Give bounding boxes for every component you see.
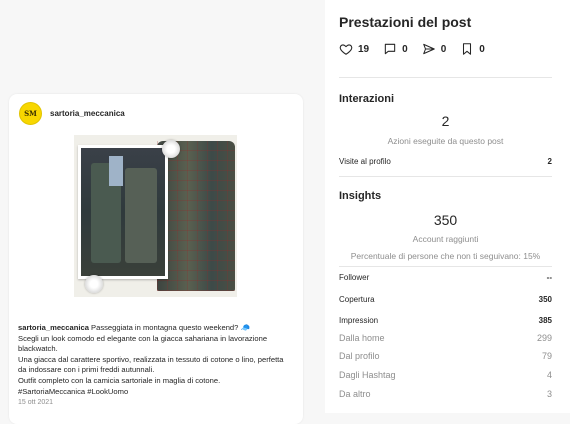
shares-metric: 0	[422, 42, 447, 56]
insight-label: Follower	[339, 273, 370, 282]
interactions-subtitle: Azioni eseguite da questo post	[387, 136, 504, 146]
caption-text: Passeggiata in montagna questo weekend? …	[88, 323, 250, 332]
reach-label: Account raggiunti	[412, 234, 479, 244]
polaroid-photo	[78, 145, 168, 279]
caption-line: Una giacca dal carattere sportivo, reali…	[18, 354, 284, 364]
insight-value: 4	[546, 370, 552, 380]
performance-panel: Prestazioni del post 19 0 0 0 Interazion…	[325, 0, 570, 413]
post-preview-area: SM sartoria_meccanica sartoria_meccanica…	[0, 0, 325, 424]
post-metrics: 19 0 0 0	[339, 42, 499, 56]
caption-line: blackwatch.	[18, 344, 58, 354]
non-followers-percentage: Percentuale di persone che non ti seguiv…	[350, 251, 541, 261]
divider	[339, 176, 552, 177]
caption-hashtags[interactable]: #SartoriaMeccanica #LookUomo	[18, 387, 298, 398]
likes-count: 19	[358, 43, 370, 55]
post-caption: sartoria_meccanica Passeggiata in montag…	[18, 323, 298, 397]
insight-row-impression: Impression 385	[339, 316, 552, 325]
shirt-shape	[109, 156, 123, 186]
heart-icon	[339, 44, 353, 55]
caption-line: Scegli un look comodo ed elegante con la…	[18, 333, 268, 343]
post-header: SM sartoria_meccanica	[19, 101, 125, 125]
divider	[339, 77, 552, 78]
insight-label: Copertura	[339, 295, 375, 304]
insight-row-profile: Dal profilo 79	[339, 351, 552, 361]
panel-title: Prestazioni del post	[339, 14, 472, 30]
share-icon	[422, 43, 435, 55]
insight-value: 385	[538, 316, 552, 325]
jacket-pattern	[157, 141, 235, 291]
post-card: SM sartoria_meccanica sartoria_meccanica…	[9, 94, 303, 424]
likes-metric: 19	[339, 42, 369, 56]
insight-value: --	[546, 273, 552, 282]
caption-username[interactable]: sartoria_meccanica	[18, 323, 89, 332]
clip-decoration-icon	[85, 275, 103, 293]
jacket-right	[125, 168, 157, 263]
insight-value: 350	[538, 295, 552, 304]
insight-row-home: Dalla home 299	[339, 333, 552, 343]
caption-line: sartoria_meccanica Passeggiata in montag…	[18, 323, 298, 334]
post-date: 15 ott 2021	[18, 399, 54, 406]
polaroid-image	[81, 148, 165, 276]
insight-label: Impression	[339, 316, 379, 325]
saves-metric: 0	[460, 42, 485, 56]
insight-value: 3	[546, 389, 552, 399]
insight-row-hashtag: Dagli Hashtag 4	[339, 370, 552, 380]
avatar[interactable]: SM	[19, 101, 42, 125]
insight-row-other: Da altro 3	[339, 389, 552, 399]
shares-count: 0	[440, 43, 447, 55]
insight-row-follower: Follower --	[339, 273, 552, 282]
post-username[interactable]: sartoria_meccanica	[50, 109, 125, 118]
comments-count: 0	[402, 43, 408, 55]
insight-value: 79	[541, 351, 552, 361]
insights-title: Insights	[339, 190, 382, 202]
reach-count: 350	[433, 212, 458, 228]
bookmark-icon	[463, 43, 472, 55]
interactions-count: 2	[441, 113, 450, 129]
comment-icon	[384, 43, 396, 55]
post-image[interactable]	[74, 135, 237, 297]
profile-visits-value: 2	[547, 157, 552, 166]
caption-line: Outfit completo con la camicia sartorial…	[18, 375, 221, 385]
clip-decoration-icon	[162, 140, 180, 158]
insight-label: Da altro	[339, 389, 371, 399]
profile-visits-label: Visite al profilo	[339, 157, 391, 166]
insight-label: Dal profilo	[339, 351, 380, 361]
saves-count: 0	[479, 43, 485, 55]
insight-label: Dagli Hashtag	[339, 370, 396, 380]
interactions-title: Interazioni	[339, 93, 395, 105]
caption-line: da indossare con i primi freddi autunnal…	[18, 365, 155, 375]
divider	[339, 266, 552, 267]
insight-row-copertura: Copertura 350	[339, 295, 552, 304]
insight-value: 299	[536, 333, 552, 343]
profile-visits-row: Visite al profilo 2	[339, 157, 552, 166]
comments-metric: 0	[383, 42, 408, 56]
insight-label: Dalla home	[339, 333, 385, 343]
